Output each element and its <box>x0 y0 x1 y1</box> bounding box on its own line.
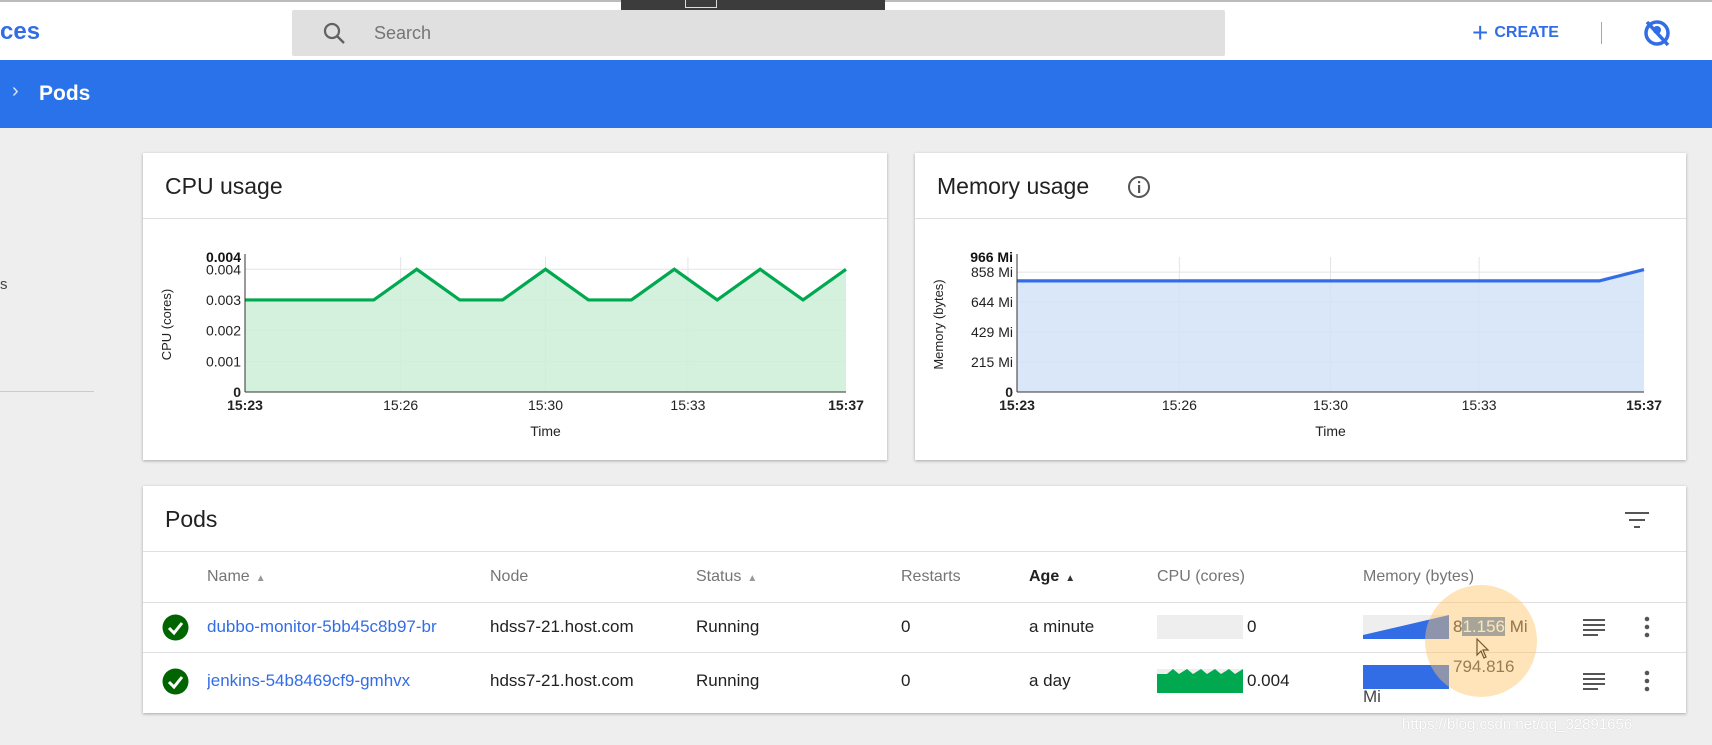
breadcrumb-current: Pods <box>39 82 91 105</box>
app-title[interactable]: ces <box>0 18 40 46</box>
sort-icon[interactable]: ▲ <box>1065 573 1075 584</box>
column-header: Restarts <box>901 568 961 586</box>
column-header: Memory (bytes) <box>1363 568 1474 586</box>
sidebar-item[interactable]: s <box>0 276 8 293</box>
restarts: 0 <box>901 617 911 636</box>
separator <box>1601 22 1602 44</box>
sort-icon[interactable]: ▲ <box>256 573 266 584</box>
column-label: CPU (cores) <box>1157 568 1246 585</box>
column-label: Node <box>490 568 529 585</box>
sort-icon[interactable]: ▲ <box>747 573 757 584</box>
card-title: Pods <box>165 506 218 532</box>
watermark: https://blog.csdn.net/qq_32891656 <box>1402 716 1633 733</box>
column-label: Status <box>696 568 742 585</box>
node: hdss7-21.host.com <box>490 671 634 690</box>
more-vert-icon[interactable] <box>1643 670 1651 692</box>
check-circle-icon <box>162 614 189 641</box>
create-label: CREATE <box>1494 24 1559 41</box>
sidebar-divider <box>0 391 94 392</box>
more-vert-icon[interactable] <box>1643 616 1651 638</box>
search-input[interactable] <box>374 18 1174 48</box>
column-header[interactable]: Name ▲ <box>207 568 266 586</box>
age: a minute <box>1029 617 1095 636</box>
column-header: Node <box>490 568 528 586</box>
column-header[interactable]: Age ▲ <box>1029 568 1075 586</box>
logs-icon[interactable] <box>1583 617 1605 637</box>
column-label: Restarts <box>901 568 961 585</box>
pod-name-link[interactable]: dubbo-monitor-5bb45c8b97-br <box>207 617 469 637</box>
cpu-sparkline <box>1157 669 1243 693</box>
column-header[interactable]: Status ▲ <box>696 568 757 586</box>
column-label: Age <box>1029 568 1060 585</box>
column-label: Memory (bytes) <box>1363 568 1475 585</box>
node: hdss7-21.host.com <box>490 617 634 636</box>
cpu-value: 0 <box>1247 617 1257 636</box>
cpu-value: 0.004 <box>1247 671 1290 690</box>
age: a day <box>1029 671 1071 690</box>
memory-unit: Mi <box>1363 687 1381 706</box>
column-label: Name <box>207 568 250 585</box>
cpu-usage-card: CPU usage <box>143 153 887 460</box>
search-box[interactable] <box>292 10 1225 56</box>
card-title: CPU usage <box>165 173 283 199</box>
card-title: Memory usage <box>937 173 1090 199</box>
logs-icon[interactable] <box>1583 671 1605 691</box>
breadcrumb: › Pods <box>0 60 1712 128</box>
pod-name-link[interactable]: jenkins-54b8469cf9-gmhvx <box>207 671 469 691</box>
plus-icon: + <box>1472 17 1489 48</box>
cpu-sparkline <box>1157 615 1243 639</box>
chevron-right-icon: › <box>12 80 19 102</box>
check-circle-icon <box>162 668 189 695</box>
status: Running <box>696 671 760 690</box>
cursor-highlight <box>1425 585 1537 697</box>
restarts: 0 <box>901 671 911 690</box>
info-icon[interactable] <box>1126 174 1152 200</box>
search-icon <box>323 22 345 44</box>
filter-icon[interactable] <box>1625 510 1651 530</box>
memory-usage-card: Memory usage <box>915 153 1686 460</box>
create-button[interactable]: + CREATE <box>1472 17 1559 48</box>
account-off-icon[interactable] <box>1642 18 1672 48</box>
status: Running <box>696 617 760 636</box>
top-bar: ces + CREATE <box>0 0 1712 60</box>
column-header: CPU (cores) <box>1157 568 1245 586</box>
